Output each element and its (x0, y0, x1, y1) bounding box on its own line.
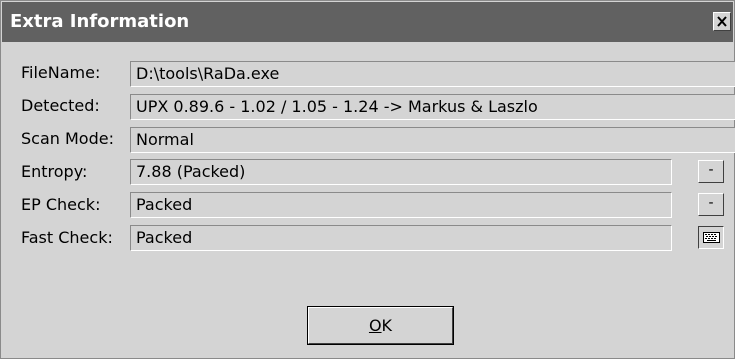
ep-check-label: EP Check: (21, 195, 101, 214)
extra-information-dialog: Extra Information FileName: D:\tools\RaD… (0, 0, 735, 359)
filename-label: FileName: (21, 63, 101, 82)
ok-button-label: K (381, 316, 393, 335)
ep-check-field[interactable]: Packed (130, 192, 672, 218)
ok-button-mnemonic: O (368, 316, 382, 335)
detected-field[interactable]: UPX 0.89.6 - 1.02 / 1.05 - 1.24 -> Marku… (130, 94, 735, 120)
entropy-label: Entropy: (21, 162, 88, 181)
close-icon (717, 16, 727, 27)
window-title: Extra Information (10, 11, 190, 32)
filename-field[interactable]: D:\tools\RaDa.exe (130, 61, 735, 87)
scan-mode-label: Scan Mode: (21, 129, 114, 148)
entropy-details-button[interactable]: - (698, 160, 724, 183)
scan-mode-field[interactable]: Normal (130, 127, 735, 153)
fast-check-details-button[interactable] (698, 226, 724, 249)
ep-check-details-button[interactable]: - (698, 193, 724, 216)
detected-label: Detected: (21, 96, 100, 115)
fast-check-field[interactable]: Packed (130, 225, 672, 251)
ok-button[interactable]: OK (308, 307, 453, 344)
entropy-field[interactable]: 7.88 (Packed) (130, 159, 672, 185)
title-bar[interactable]: Extra Information (2, 2, 733, 42)
fast-check-label: Fast Check: (21, 228, 113, 247)
keyboard-icon (703, 232, 720, 243)
close-button[interactable] (713, 12, 731, 31)
